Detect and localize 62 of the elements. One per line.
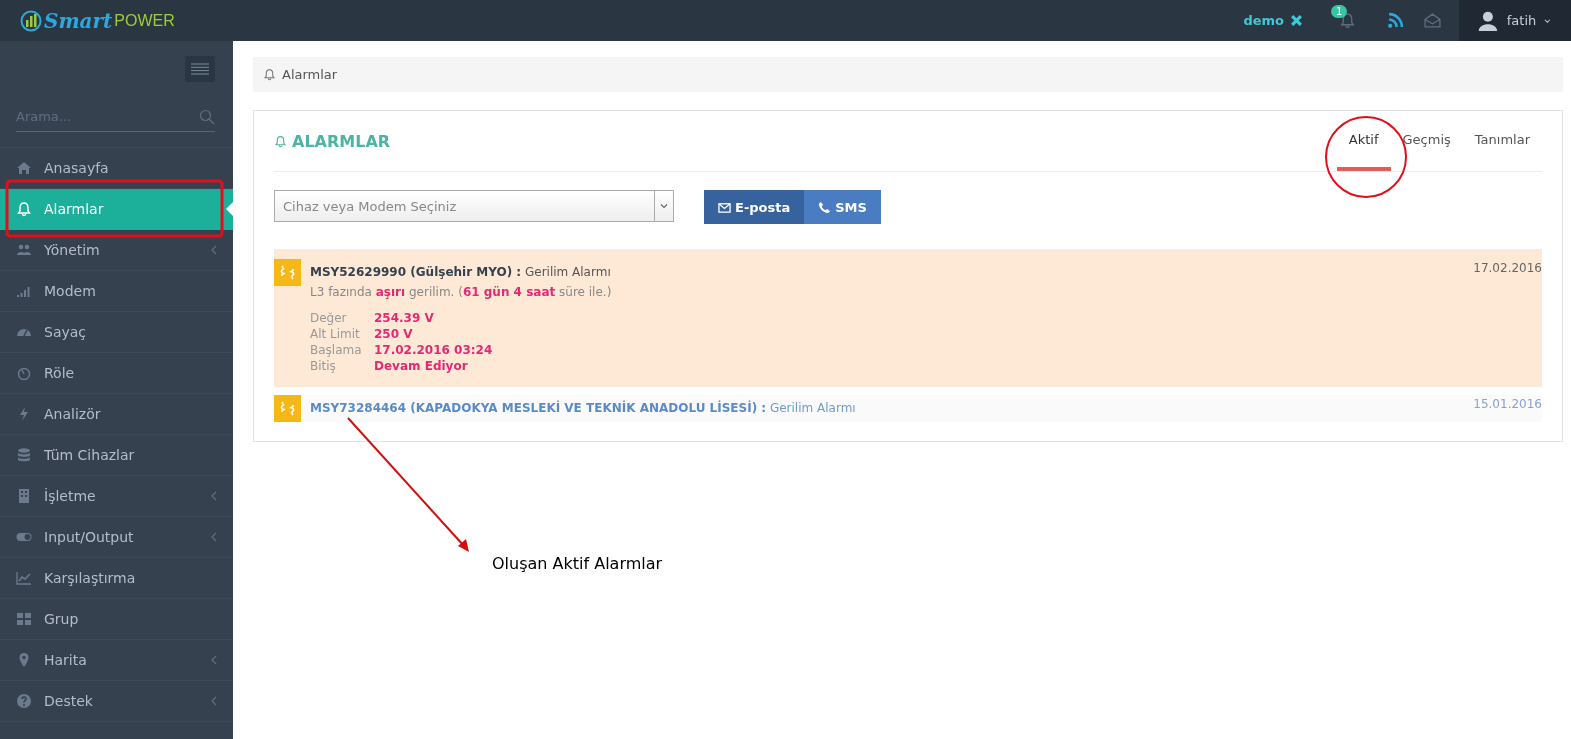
sidebar-item[interactable]: Input/Output (0, 517, 233, 558)
menu-icon (191, 63, 209, 75)
breadcrumb-text[interactable]: Alarmlar (282, 67, 338, 82)
alarm-row[interactable]: MSY52629990 (Gülşehir MYO) : Gerilim Alarmı L3 fazında aşırı gerilim. (61 gün 4 saat süre ile.) Değer 254.39 V Alt Limit 250 V Başlama 17.02.2016 03:24 Bitiş Devam Ediyor 17.02.2016 (274, 249, 1542, 387)
logo-icon (20, 9, 42, 32)
sidebar-item[interactable]: Destek (0, 681, 233, 722)
rss-icon[interactable] (1387, 12, 1404, 29)
alarm-row[interactable]: MSY73284464 (KAPADOKYA MESLEKİ VE TEKNİK ANADOLU LİSESİ) : Gerilim Alarmı 15.01.2016 (274, 395, 1542, 422)
close-icon[interactable] (1290, 14, 1303, 27)
bell-icon (263, 68, 276, 81)
chevron-down-icon[interactable] (1544, 16, 1551, 25)
device-select[interactable]: Cihaz veya Modem Seçiniz (274, 190, 674, 222)
bell-icon (16, 201, 32, 217)
annotation-text: Oluşan Aktif Alarmlar (492, 554, 663, 573)
account-name[interactable]: demo (1243, 13, 1284, 28)
alarm-title[interactable]: MSY52629990 (Gülşehir MYO) : Gerilim Alarmı (310, 265, 1474, 279)
detail-value: 250 V (374, 327, 414, 341)
sms-button[interactable]: SMS (804, 190, 881, 224)
sidebar-item[interactable]: Röle (0, 353, 233, 394)
tab[interactable]: Aktif (1336, 111, 1391, 171)
logo-text: Smart (44, 8, 113, 33)
sidebar-item[interactable]: Yönetim (0, 230, 233, 271)
building-icon (16, 488, 32, 504)
sidebar-item[interactable]: Analizör (0, 394, 233, 435)
alarm-message: L3 fazında aşırı gerilim. (61 gün 4 saat süre ile.) (310, 285, 613, 299)
email-button[interactable]: E-posta (704, 190, 805, 224)
detail-label: Değer (310, 311, 348, 325)
active-pointer (226, 201, 234, 217)
bell-icon (274, 134, 287, 148)
detail-label: Bitiş (310, 359, 337, 373)
user-name[interactable]: fatih (1506, 13, 1537, 28)
chevron-down-icon (660, 202, 668, 210)
relay-icon (16, 365, 32, 381)
tab[interactable]: Geçmiş (1390, 111, 1463, 171)
tab[interactable]: Tanımlar (1462, 111, 1542, 171)
menu-toggle-button[interactable] (185, 56, 215, 82)
chart-icon (16, 570, 32, 586)
grid-icon (16, 611, 32, 627)
sidebar-item[interactable]: Sayaç (0, 312, 233, 353)
detail-value: Devam Ediyor (374, 359, 469, 373)
detail-label: Başlama (310, 343, 363, 357)
panel-title: ALARMLAR (292, 131, 391, 151)
alarm-title[interactable]: MSY73284464 (KAPADOKYA MESLEKİ VE TEKNİK ANADOLU LİSESİ) : Gerilim Alarmı (310, 401, 1474, 415)
users-icon (16, 242, 32, 258)
sidebar-item[interactable]: İşletme (0, 476, 233, 517)
detail-value: 17.02.2016 03:24 (374, 343, 493, 357)
sidebar-item[interactable]: Tüm Cihazlar (0, 435, 233, 476)
logo-subtext: POWER (114, 11, 175, 30)
phone-icon (818, 200, 832, 214)
alarm-date: 17.02.2016 (1473, 260, 1542, 277)
home-icon (16, 160, 32, 176)
envelope-icon (718, 200, 731, 214)
sidebar-item[interactable]: Modem (0, 271, 233, 312)
database-icon (16, 447, 32, 463)
sidebar-item[interactable]: Harita (0, 640, 233, 681)
notification-badge: 1 (1331, 5, 1348, 18)
alarm-date: 15.01.2016 (1473, 396, 1542, 413)
detail-value: 254.39 V (374, 311, 435, 325)
detail-label: Alt Limit (310, 327, 361, 341)
sidebar-item[interactable]: Grup (0, 599, 233, 640)
help-icon (16, 693, 32, 709)
sidebar-item[interactable]: Karşılaştırma (0, 558, 233, 599)
